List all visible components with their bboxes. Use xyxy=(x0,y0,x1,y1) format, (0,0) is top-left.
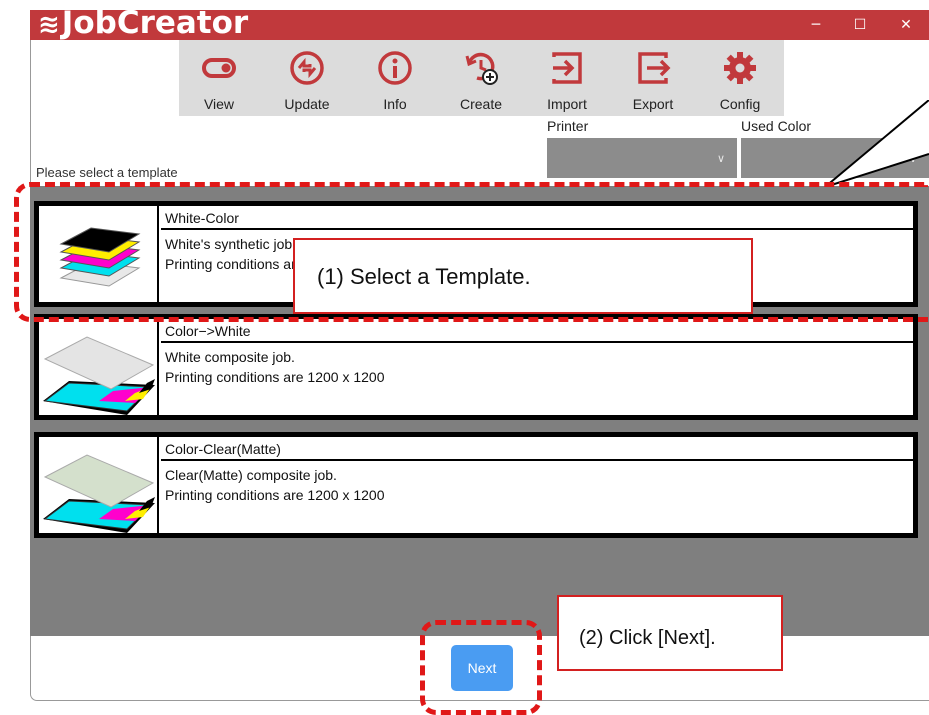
template-name: Color−>White xyxy=(161,319,913,343)
title-bar[interactable]: ≋JobCreator ─ ☐ ✕ xyxy=(30,5,929,41)
callout-pointer xyxy=(824,100,929,188)
template-description-line: Printing conditions are 1200 x 1200 xyxy=(165,369,385,385)
app-title: ≋JobCreator xyxy=(38,3,248,45)
app-title-text: JobCreator xyxy=(61,5,249,41)
template-card-color-clear-matte[interactable]: Color-Clear(Matte) Clear(Matte) composit… xyxy=(34,432,918,538)
info-button[interactable]: Info xyxy=(355,40,435,116)
toggle-icon xyxy=(202,58,236,78)
logo-icon: ≋ xyxy=(38,10,60,40)
layer-stack-icon xyxy=(43,454,155,533)
maximize-button[interactable]: ☐ xyxy=(840,10,880,40)
config-button[interactable]: Config xyxy=(700,40,780,116)
import-icon xyxy=(552,52,582,84)
step1-callout: (1) Select a Template. xyxy=(293,238,753,314)
used-color-label: Used Color xyxy=(741,118,812,134)
gear-icon xyxy=(724,52,756,84)
layer-stack-icon xyxy=(43,336,155,415)
template-card-color-white[interactable]: Color−>White White composite job. Printi… xyxy=(34,314,918,420)
template-description: White composite job. Printing conditions… xyxy=(165,347,384,387)
template-description-line: Printing conditions are 1200 x 1200 xyxy=(165,487,385,503)
printer-label: Printer xyxy=(547,118,589,134)
info-icon xyxy=(378,51,412,85)
template-description-line: White composite job. xyxy=(165,349,295,365)
close-button[interactable]: ✕ xyxy=(886,10,926,40)
update-icon xyxy=(290,51,324,85)
create-icon xyxy=(465,52,498,85)
view-button[interactable]: View xyxy=(179,40,259,116)
create-label: Create xyxy=(459,96,503,112)
template-name: Color-Clear(Matte) xyxy=(161,437,913,461)
template-description: Clear(Matte) composite job. Printing con… xyxy=(165,465,384,505)
import-button[interactable]: Import xyxy=(527,40,607,116)
toolbar: View Update Info Create Import Export Co… xyxy=(179,40,784,116)
template-thumbnail xyxy=(39,319,159,415)
template-description-line: Clear(Matte) composite job. xyxy=(165,467,337,483)
export-button[interactable]: Export xyxy=(613,40,693,116)
export-label: Export xyxy=(632,96,674,112)
hint-text: Please select a template xyxy=(36,165,178,180)
update-label: Update xyxy=(284,96,330,112)
view-label: View xyxy=(203,96,235,112)
next-highlight-frame xyxy=(420,620,542,715)
config-label: Config xyxy=(719,96,761,112)
template-thumbnail xyxy=(39,437,159,533)
update-button[interactable]: Update xyxy=(267,40,347,116)
printer-dropdown[interactable]: ∨ xyxy=(547,138,737,178)
minimize-button[interactable]: ─ xyxy=(796,10,836,40)
import-label: Import xyxy=(547,96,587,112)
chevron-down-icon: ∨ xyxy=(716,152,725,165)
step2-callout: (2) Click [Next]. xyxy=(557,595,783,671)
export-icon xyxy=(638,52,671,84)
create-button[interactable]: Create xyxy=(441,40,521,116)
info-label: Info xyxy=(383,96,407,112)
